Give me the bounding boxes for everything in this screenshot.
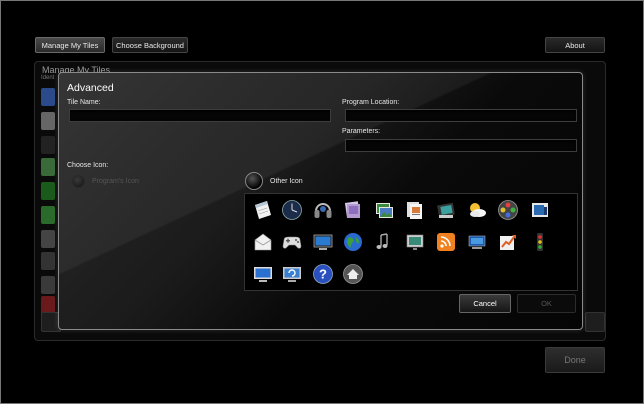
choose-icon-label: Choose Icon: (67, 162, 109, 169)
tv-icon[interactable] (404, 231, 426, 253)
tile-thumbnail (41, 230, 55, 248)
gamepad-icon[interactable] (281, 231, 303, 253)
program-location-label: Program Location: (342, 99, 400, 106)
photo-gallery-icon[interactable] (373, 199, 395, 221)
clock-icon[interactable] (281, 199, 303, 221)
cancel-button[interactable]: Cancel (459, 294, 511, 313)
icon-grid: ? (244, 193, 578, 291)
help-icon[interactable]: ? (312, 263, 334, 285)
parameters-input[interactable] (345, 139, 577, 152)
screen-icon[interactable] (529, 199, 551, 221)
advanced-dialog: Advanced Tile Name: Program Location: Pa… (58, 72, 583, 330)
globe-icon[interactable] (342, 231, 364, 253)
backup-icon[interactable] (281, 263, 303, 285)
tile-name-input[interactable] (69, 109, 331, 122)
tile-thumbnail (41, 136, 55, 154)
traffic-light-icon[interactable] (529, 231, 551, 253)
about-button[interactable]: About (545, 37, 605, 53)
svg-text:?: ? (319, 267, 327, 282)
manage-tiles-tab[interactable]: Manage My Tiles (35, 37, 105, 53)
choose-background-tab[interactable]: Choose Background (112, 37, 188, 53)
program-location-input[interactable] (345, 109, 577, 122)
music-note-icon[interactable] (373, 231, 395, 253)
photos-icon[interactable] (342, 199, 364, 221)
parameters-label: Parameters: (342, 128, 381, 135)
tile-thumbnail (41, 206, 55, 224)
home-icon[interactable] (342, 263, 364, 285)
other-icon-label: Other Icon (270, 178, 303, 185)
weather-icon[interactable] (466, 199, 488, 221)
film-icon[interactable] (435, 199, 457, 221)
panel-right-button[interactable] (585, 312, 605, 332)
other-icon-radio[interactable] (245, 172, 263, 190)
media-center-icon[interactable] (497, 199, 519, 221)
network-icon[interactable] (466, 231, 488, 253)
chart-growth-icon[interactable] (497, 231, 519, 253)
rss-feed-icon[interactable] (435, 231, 457, 253)
done-button[interactable]: Done (545, 347, 605, 373)
tile-thumbnail (41, 112, 55, 130)
tile-thumbnail (41, 252, 55, 270)
headphones-icon[interactable] (312, 199, 334, 221)
tile-thumbnail (41, 276, 55, 294)
dialog-title: Advanced (67, 82, 114, 94)
program-icon-label: Program's Icon (92, 178, 139, 185)
program-icon-radio[interactable] (72, 175, 85, 188)
desktop-icon[interactable] (252, 263, 274, 285)
tile-thumbnail (41, 88, 55, 106)
calendar-icon[interactable] (252, 199, 274, 221)
tile-thumbnail (41, 182, 55, 200)
documents-icon[interactable] (404, 199, 426, 221)
panel-subtitle: Ident (41, 75, 55, 81)
mail-icon[interactable] (252, 231, 274, 253)
tile-name-label: Tile Name: (67, 99, 101, 106)
monitor-icon[interactable] (312, 231, 334, 253)
tile-thumbnail (41, 158, 55, 176)
ok-button[interactable]: OK (517, 294, 576, 313)
